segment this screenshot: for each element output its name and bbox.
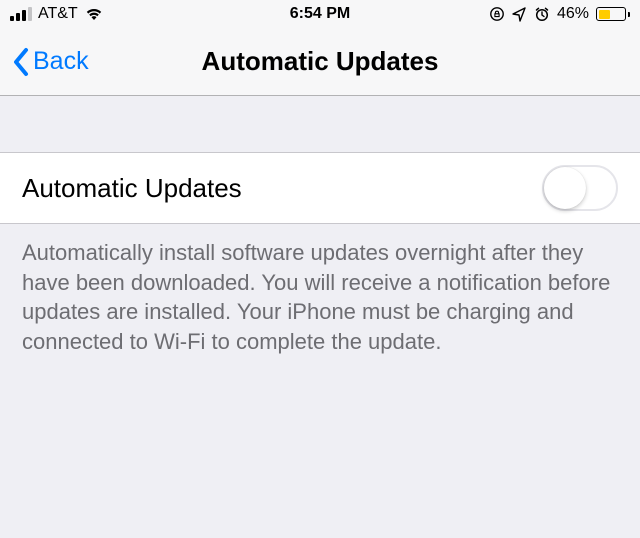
setting-label: Automatic Updates	[22, 173, 242, 204]
setting-description: Automatically install software updates o…	[0, 224, 640, 371]
automatic-updates-row: Automatic Updates	[0, 152, 640, 224]
navigation-bar: Back Automatic Updates	[0, 28, 640, 96]
carrier-label: AT&T	[38, 5, 78, 23]
battery-icon	[596, 7, 630, 21]
battery-percent-label: 46%	[557, 5, 589, 23]
page-title: Automatic Updates	[202, 46, 439, 77]
status-left: AT&T	[10, 5, 104, 23]
status-right: 46%	[489, 5, 630, 23]
content-area: Automatic Updates Automatically install …	[0, 96, 640, 371]
back-button[interactable]: Back	[12, 47, 89, 77]
status-bar: AT&T 6:54 PM 46%	[0, 0, 640, 28]
status-time: 6:54 PM	[290, 5, 350, 23]
chevron-left-icon	[12, 47, 29, 77]
battery-fill	[599, 10, 611, 19]
wifi-icon	[84, 7, 104, 21]
orientation-lock-icon	[489, 6, 505, 22]
location-icon	[512, 7, 527, 22]
cellular-signal-icon	[10, 7, 32, 21]
back-label: Back	[33, 47, 89, 76]
alarm-icon	[534, 6, 550, 22]
toggle-knob	[544, 167, 586, 209]
automatic-updates-toggle[interactable]	[542, 165, 618, 211]
